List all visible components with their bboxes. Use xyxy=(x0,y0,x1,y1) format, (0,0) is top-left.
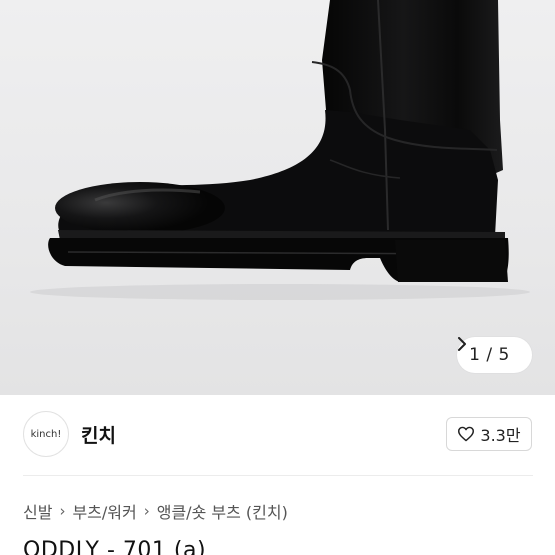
breadcrumb-item-boots-walker[interactable]: 부츠/워커 xyxy=(72,499,136,523)
heart-outline-icon xyxy=(458,426,475,442)
like-button[interactable]: 3.3만 xyxy=(446,417,532,451)
chevron-right-icon xyxy=(458,337,466,351)
image-counter-total: 5 xyxy=(498,345,510,365)
image-counter-current: 1 xyxy=(469,345,481,365)
breadcrumb-item-shoes[interactable]: 신발 xyxy=(23,499,52,523)
avatar-logo-text: kinch! xyxy=(30,428,62,440)
chevron-right-icon: › xyxy=(143,502,150,520)
like-count: 3.3만 xyxy=(480,426,521,445)
product-title: ODDLY - 701 (a) xyxy=(23,538,207,555)
breadcrumb-item-ankle-boots[interactable]: 앵클/숏 부츠 (킨치) xyxy=(157,499,288,523)
image-counter[interactable]: 1 / 5 xyxy=(457,337,532,373)
breadcrumb: 신발 › 부츠/워커 › 앵클/숏 부츠 (킨치) xyxy=(23,499,288,523)
seller-name[interactable]: 킨치 xyxy=(81,421,116,448)
boot-product-image xyxy=(30,0,530,300)
seller-avatar[interactable]: kinch! xyxy=(23,411,69,457)
product-image-carousel[interactable]: 1 / 5 xyxy=(0,0,555,395)
product-detail-page: 1 / 5 kinch! 킨치 3.3만 신발 › 부츠/워커 › 앵클/숏 부… xyxy=(0,0,555,555)
seller-row: kinch! 킨치 3.3만 xyxy=(0,395,555,475)
section-divider xyxy=(23,475,533,476)
image-counter-separator: / xyxy=(486,345,493,365)
chevron-right-icon: › xyxy=(59,502,66,520)
